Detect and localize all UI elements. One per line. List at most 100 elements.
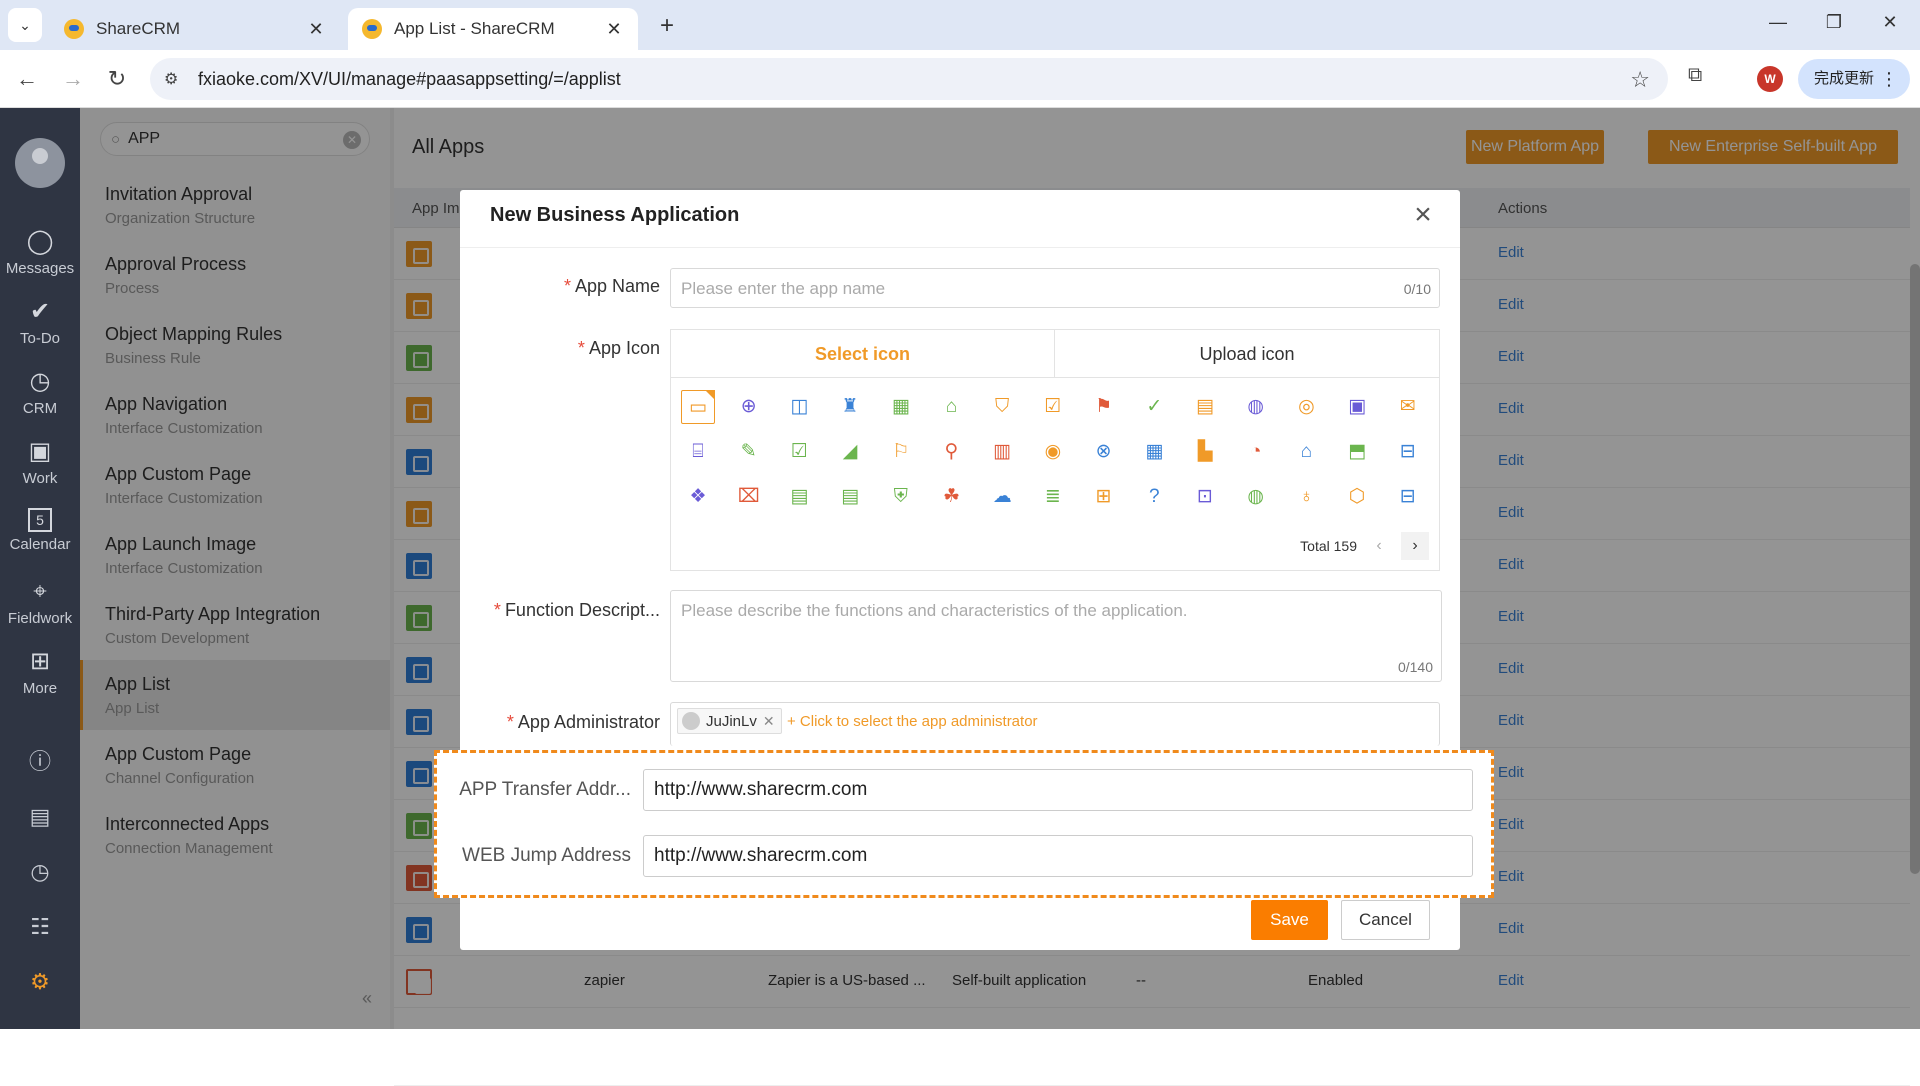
icon-option[interactable]: ⌧ — [732, 480, 766, 514]
minimize-icon[interactable]: — — [1758, 12, 1798, 38]
icon-option[interactable]: ⊡ — [1188, 480, 1222, 514]
icon-option[interactable]: ⊟ — [1391, 435, 1425, 469]
icon-option[interactable]: ⊗ — [1087, 435, 1121, 469]
icon-option[interactable]: ⬡ — [1340, 480, 1374, 514]
icon-option[interactable]: ◉ — [1036, 435, 1070, 469]
icon-option[interactable]: ⌸ — [681, 435, 715, 469]
icon-option[interactable]: ☑ — [1036, 390, 1070, 424]
icon-option[interactable]: ▭ — [681, 390, 715, 424]
check-circle-icon: ✔ — [29, 298, 51, 325]
icon-option[interactable]: ▣ — [1340, 390, 1374, 424]
icon-option[interactable]: ♁ — [1289, 480, 1323, 514]
rail-item-crm[interactable]: ◷ CRM — [0, 368, 80, 417]
icon-option[interactable]: ◔ — [1239, 435, 1273, 469]
rail-item-more[interactable]: ⊞ More — [0, 648, 80, 697]
icon-option[interactable]: ◍ — [1239, 390, 1273, 424]
close-tab-icon[interactable]: ✕ — [306, 19, 326, 40]
icon-option[interactable]: ☁ — [985, 480, 1019, 514]
icon-option[interactable]: ▙ — [1188, 435, 1222, 469]
icon-option[interactable]: ⛨ — [884, 480, 918, 514]
restore-icon[interactable]: ❐ — [1814, 12, 1854, 38]
new-tab-button[interactable]: + — [652, 12, 682, 42]
icon-option[interactable]: ⚑ — [1087, 390, 1121, 424]
rail-item-calendar[interactable]: 5 Calendar — [0, 508, 80, 553]
app-name-input[interactable]: Please enter the app name 0/10 — [670, 268, 1440, 308]
rail-item-todo[interactable]: ✔ To-Do — [0, 298, 80, 347]
icon-option[interactable]: ? — [1137, 480, 1171, 514]
app-name-placeholder: Please enter the app name — [681, 279, 886, 298]
remove-tag-icon[interactable]: ✕ — [763, 713, 775, 730]
icon-option[interactable]: ◎ — [1289, 390, 1323, 424]
history-icon[interactable]: ◷ — [26, 858, 54, 886]
icon-option[interactable]: ⊕ — [732, 390, 766, 424]
icon-option[interactable]: ⛉ — [985, 390, 1019, 424]
web-jump-address-label: WEB Jump Address — [462, 845, 631, 866]
site-info-icon[interactable]: ⚙ — [164, 69, 184, 89]
user-avatar[interactable] — [15, 138, 65, 188]
extensions-icon[interactable]: ⧉ — [1688, 64, 1702, 87]
rail-item-fieldwork[interactable]: ⌖ Fieldwork — [0, 578, 80, 627]
function-description-input[interactable]: Please describe the functions and charac… — [670, 590, 1442, 682]
icon-option[interactable]: ⌂ — [935, 390, 969, 424]
icon-option[interactable]: ☘ — [935, 480, 969, 514]
tab-title: App List - ShareCRM — [394, 19, 555, 38]
tab-select-icon[interactable]: Select icon — [671, 330, 1055, 378]
user-list-icon[interactable]: ☷ — [26, 913, 54, 941]
settings-gear-icon[interactable]: ⚙ — [26, 968, 54, 996]
icon-option[interactable]: ≣ — [1036, 480, 1070, 514]
rail-item-work[interactable]: ▣ Work — [0, 438, 80, 487]
icon-option[interactable]: ▤ — [782, 480, 816, 514]
icon-option[interactable]: ▦ — [1137, 435, 1171, 469]
icon-option[interactable]: ⚐ — [884, 435, 918, 469]
rail-label: To-Do — [19, 330, 60, 347]
update-button[interactable]: 完成更新 ⋮ — [1798, 59, 1910, 99]
back-icon[interactable]: ← — [10, 62, 44, 96]
rail-label: Calendar — [9, 536, 71, 553]
next-page-icon[interactable]: › — [1401, 532, 1429, 560]
icon-option[interactable]: ◫ — [782, 390, 816, 424]
cancel-button[interactable]: Cancel — [1341, 900, 1430, 940]
close-window-icon[interactable]: ✕ — [1870, 12, 1910, 38]
icon-option[interactable]: ⊞ — [1087, 480, 1121, 514]
bookmark-star-icon[interactable]: ☆ — [1630, 67, 1650, 93]
forward-icon[interactable]: → — [56, 62, 90, 96]
icon-option[interactable]: ♜ — [833, 390, 867, 424]
app-administrator-field[interactable]: JuJinLv ✕ + Click to select the app admi… — [670, 702, 1440, 746]
address-fields-highlight: APP Transfer Addr... http://www.sharecrm… — [434, 750, 1494, 898]
icon-option[interactable]: ⚲ — [935, 435, 969, 469]
icon-option[interactable]: ◍ — [1239, 480, 1273, 514]
icon-option[interactable]: ✉ — [1391, 390, 1425, 424]
rail-item-messages[interactable]: ◯ Messages — [0, 228, 80, 277]
icon-option[interactable]: ⬒ — [1340, 435, 1374, 469]
save-button[interactable]: Save — [1251, 900, 1328, 940]
icon-option[interactable]: ◢ — [833, 435, 867, 469]
icon-option[interactable]: ❖ — [681, 480, 715, 514]
reload-icon[interactable]: ↻ — [100, 62, 134, 96]
help-icon[interactable]: ⓘ — [26, 748, 54, 776]
notes-icon[interactable]: ▤ — [26, 803, 54, 831]
icon-option[interactable]: ▦ — [884, 390, 918, 424]
browser-tab-sharecrm[interactable]: ShareCRM ✕ — [50, 8, 340, 50]
transfer-address-input[interactable]: http://www.sharecrm.com — [643, 769, 1473, 811]
web-jump-address-input[interactable]: http://www.sharecrm.com — [643, 835, 1473, 877]
profile-avatar[interactable]: W — [1757, 66, 1783, 92]
browser-tab-bar: ⌄ ShareCRM ✕ App List - ShareCRM ✕ + — ❐… — [0, 0, 1920, 50]
tab-search-button[interactable]: ⌄ — [8, 8, 42, 42]
prev-page-icon[interactable]: ‹ — [1365, 532, 1393, 560]
icon-option[interactable]: ⌂ — [1289, 435, 1323, 469]
browser-tab-app-list[interactable]: App List - ShareCRM ✕ — [348, 8, 638, 50]
icon-option[interactable]: ✎ — [732, 435, 766, 469]
icon-option[interactable]: ☑ — [782, 435, 816, 469]
icon-total: Total 159 — [1300, 538, 1357, 554]
icon-option[interactable]: ▤ — [833, 480, 867, 514]
select-admin-link[interactable]: + Click to select the app administrator — [787, 713, 1038, 730]
icon-option[interactable]: ▥ — [985, 435, 1019, 469]
favicon-icon — [362, 19, 382, 39]
icon-option[interactable]: ✓ — [1137, 390, 1171, 424]
tab-upload-icon[interactable]: Upload icon — [1055, 330, 1439, 378]
icon-option[interactable]: ▤ — [1188, 390, 1222, 424]
icon-option[interactable]: ⊟ — [1391, 480, 1425, 514]
close-icon[interactable]: × — [1408, 200, 1438, 230]
close-tab-icon[interactable]: ✕ — [604, 19, 624, 40]
url-bar[interactable]: ⚙ fxiaoke.com/XV/UI/manage#paasappsettin… — [150, 58, 1668, 100]
